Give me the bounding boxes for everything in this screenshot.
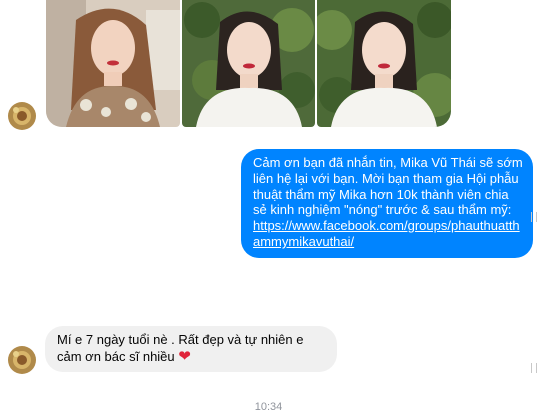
photo-image [317,0,451,127]
sender-avatar[interactable] [8,102,36,130]
outgoing-message-text: Cảm ơn bạn đã nhắn tin, Mika Vũ Thái sẽ … [253,155,523,218]
avatar-image [8,102,36,130]
outgoing-message-bubble[interactable]: Cảm ơn bạn đã nhắn tin, Mika Vũ Thái sẽ … [241,149,533,258]
shared-photo-1[interactable] [46,0,180,127]
photo-image [182,0,315,127]
heart-icon: ❤ [178,348,191,365]
scroll-edge-marker [531,363,537,373]
shared-photo-2[interactable] [182,0,315,127]
scroll-edge-marker [531,212,537,222]
incoming-message-bubble[interactable]: Mí e 7 ngày tuổi nè . Rất đẹp và tự nhiê… [45,326,337,372]
avatar-image [8,346,36,374]
sender-avatar[interactable] [8,346,36,374]
group-link[interactable]: https://www.facebook.com/groups/phauthua… [253,218,520,249]
shared-photo-3[interactable] [317,0,451,127]
photo-image [46,0,180,127]
message-timestamp: 10:34 [254,401,283,413]
